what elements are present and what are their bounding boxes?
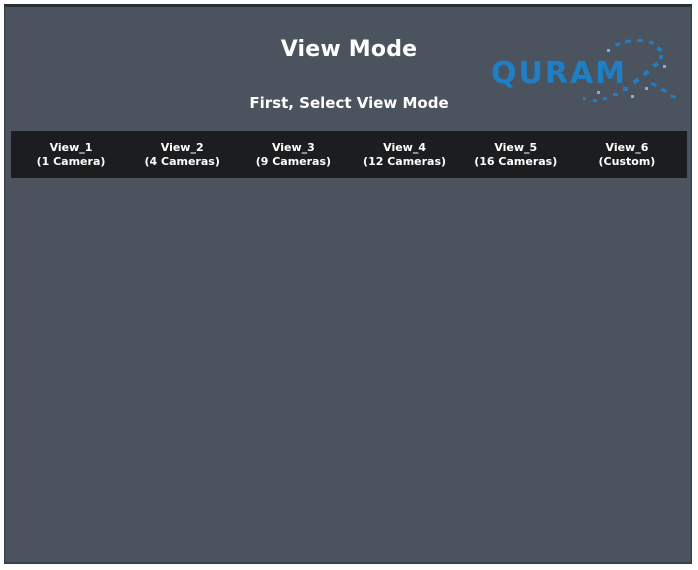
view-3-name: View_3 [271, 140, 315, 154]
view-4-name: View_4 [383, 140, 426, 154]
view-1-name: View_1 [49, 140, 93, 154]
view-3-button[interactable]: View_3 (9 Cameras) [241, 141, 345, 169]
view-mode-bar: View_1 (1 Camera) View_2 (4 Cameras) Vie… [11, 131, 687, 178]
view-1-desc: (1 Camera) [36, 154, 106, 168]
view-5-name: View_5 [494, 140, 538, 154]
view-5-button[interactable]: View_5 (16 Cameras) [464, 141, 568, 169]
view-6-name: View_6 [605, 140, 649, 154]
view-1-button[interactable]: View_1 (1 Camera) [19, 141, 123, 169]
view-3-desc: (9 Cameras) [255, 154, 332, 168]
view-4-desc: (12 Cameras) [363, 154, 447, 168]
view-5-desc: (16 Cameras) [474, 154, 558, 168]
view-2-button[interactable]: View_2 (4 Cameras) [130, 141, 234, 169]
logo-wordmark: QURAM [491, 56, 627, 91]
page-subtitle: First, Select View Mode [249, 94, 449, 112]
view-4-button[interactable]: View_4 (12 Cameras) [353, 141, 457, 169]
view-6-button[interactable]: View_6 (Custom) [575, 141, 679, 169]
view-2-name: View_2 [160, 140, 204, 154]
view-mode-window: View Mode QURAM First, Select View Mode … [4, 4, 692, 564]
view-6-desc: (Custom) [598, 154, 656, 168]
view-2-desc: (4 Cameras) [144, 154, 220, 168]
